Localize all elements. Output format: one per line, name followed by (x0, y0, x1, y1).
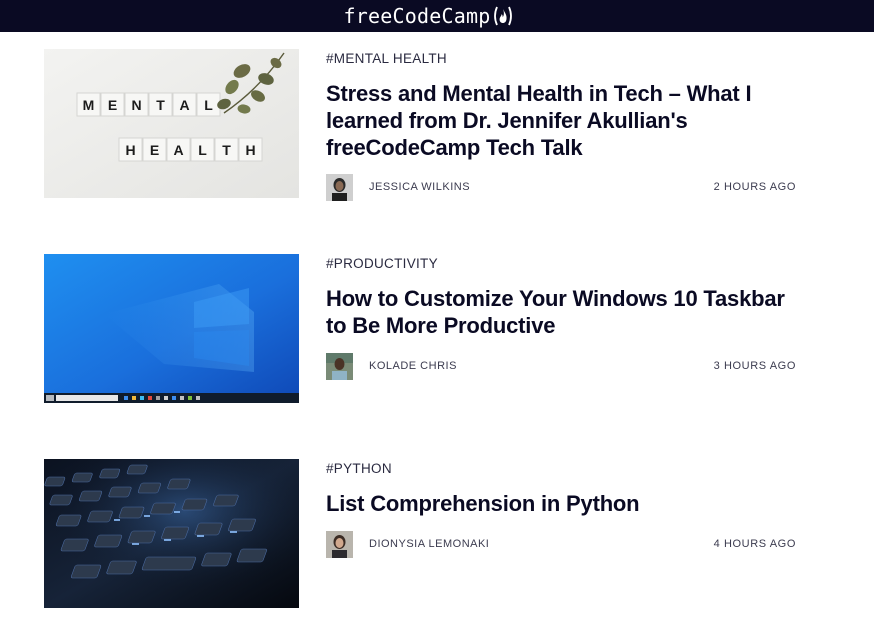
post-title[interactable]: List Comprehension in Python (326, 490, 796, 517)
post-meta: DIONYSIA LEMONAKI 4 HOURS AGO (326, 530, 796, 558)
post-card: M E N T A L H E A L T H #MENTAL HEALTH S… (44, 49, 804, 201)
svg-text:H: H (245, 142, 255, 158)
post-title[interactable]: Stress and Mental Health in Tech – What … (326, 80, 796, 161)
post-card: #PYTHON List Comprehension in Python DIO… (44, 459, 804, 609)
author-avatar[interactable] (326, 352, 353, 380)
post-content: #MENTAL HEALTH Stress and Mental Health … (326, 49, 796, 201)
post-thumbnail-mental-health[interactable]: M E N T A L H E A L T H (44, 49, 299, 198)
post-tag[interactable]: #PRODUCTIVITY (326, 256, 438, 271)
svg-text:H: H (125, 142, 135, 158)
post-tag[interactable]: #PYTHON (326, 461, 392, 476)
post-content: #PRODUCTIVITY How to Customize Your Wind… (326, 254, 796, 380)
svg-text:A: A (173, 142, 183, 158)
post-content: #PYTHON List Comprehension in Python DIO… (326, 459, 796, 558)
post-thumbnail-windows-taskbar[interactable] (44, 254, 299, 403)
svg-text:L: L (198, 142, 207, 158)
author-avatar[interactable] (326, 173, 353, 201)
top-nav-bar: freeCodeCamp (0, 0, 874, 32)
svg-text:A: A (179, 97, 189, 113)
author-name[interactable]: KOLADE CHRIS (369, 360, 457, 372)
fire-icon (492, 5, 514, 27)
svg-text:T: T (156, 97, 165, 113)
post-meta: JESSICA WILKINS 2 HOURS AGO (326, 173, 796, 201)
post-thumbnail-keyboard[interactable] (44, 459, 299, 608)
post-meta: KOLADE CHRIS 3 HOURS AGO (326, 352, 796, 380)
svg-text:N: N (131, 97, 141, 113)
post-time: 3 HOURS AGO (713, 360, 796, 372)
post-card: #PRODUCTIVITY How to Customize Your Wind… (44, 254, 804, 404)
freecodecamp-logo[interactable]: freeCodeCamp (344, 4, 515, 28)
post-time: 2 HOURS AGO (713, 181, 796, 193)
author-name[interactable]: JESSICA WILKINS (369, 181, 470, 193)
post-title[interactable]: How to Customize Your Windows 10 Taskbar… (326, 285, 796, 339)
svg-text:E: E (108, 97, 117, 113)
svg-text:T: T (222, 142, 231, 158)
logo-text: freeCodeCamp (343, 4, 491, 28)
post-time: 4 HOURS AGO (713, 538, 796, 550)
post-tag[interactable]: #MENTAL HEALTH (326, 51, 447, 66)
svg-text:M: M (83, 97, 95, 113)
svg-text:L: L (204, 97, 213, 113)
author-avatar[interactable] (326, 530, 353, 558)
author-name[interactable]: DIONYSIA LEMONAKI (369, 538, 489, 550)
svg-text:E: E (150, 142, 159, 158)
